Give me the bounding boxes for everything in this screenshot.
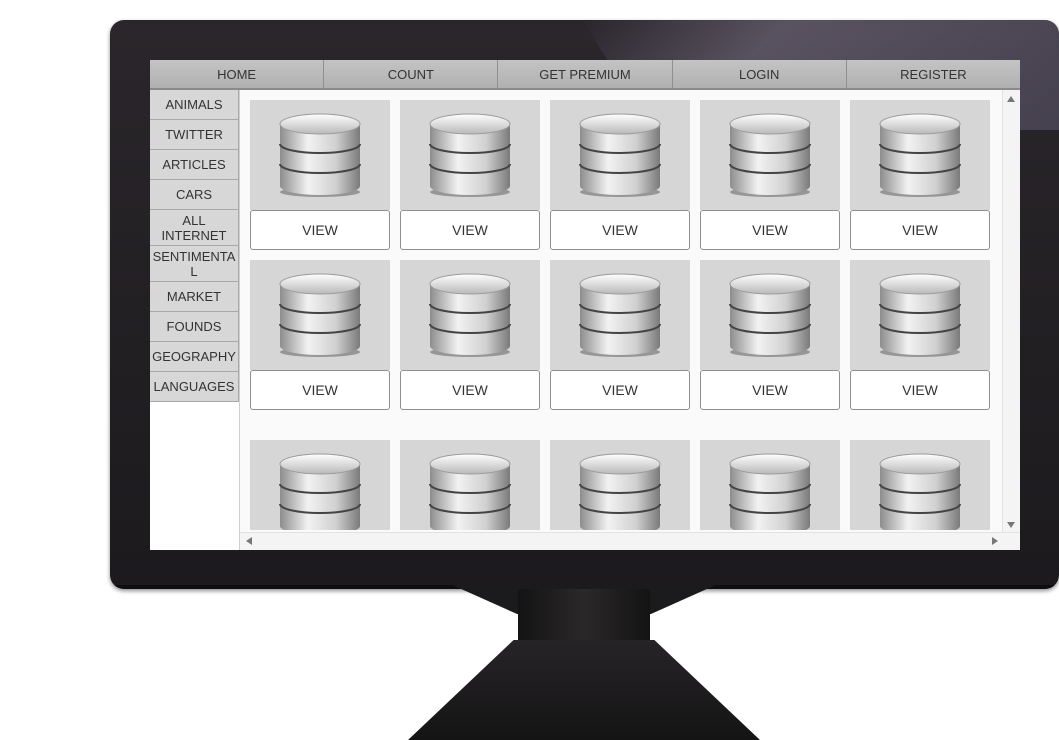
dataset-card: VIEW: [250, 260, 390, 410]
dataset-thumbnail[interactable]: [700, 100, 840, 210]
dataset-thumbnail[interactable]: [400, 260, 540, 370]
database-icon: [879, 273, 961, 357]
content-area: VIEW VIEW VIEW VIEW VIEW VIEW VIEW VIEW …: [240, 90, 1020, 550]
database-icon: [729, 273, 811, 357]
view-button[interactable]: VIEW: [400, 210, 540, 250]
dataset-card: VIEW: [250, 100, 390, 250]
dataset-grid: VIEW VIEW VIEW VIEW VIEW VIEW VIEW VIEW …: [250, 100, 990, 530]
database-icon: [729, 453, 811, 530]
view-button[interactable]: VIEW: [700, 210, 840, 250]
database-icon: [879, 453, 961, 530]
database-icon: [879, 113, 961, 197]
dataset-card: VIEW: [850, 100, 990, 250]
dataset-thumbnail[interactable]: [700, 260, 840, 370]
dataset-card: VIEW: [700, 260, 840, 410]
monitor-base: [408, 640, 760, 740]
dataset-card: VIEW: [550, 260, 690, 410]
database-icon: [579, 273, 661, 357]
scroll-up-arrow-icon[interactable]: [1007, 96, 1015, 102]
database-icon: [729, 113, 811, 197]
dataset-card: [400, 440, 540, 530]
dataset-card: VIEW: [400, 260, 540, 410]
view-button[interactable]: VIEW: [700, 370, 840, 410]
database-icon: [429, 453, 511, 530]
dataset-thumbnail[interactable]: [850, 440, 990, 530]
sidebar-item-all-internet[interactable]: ALL INTERNET: [150, 210, 239, 246]
sidebar-item-cars[interactable]: CARS: [150, 180, 239, 210]
dataset-thumbnail[interactable]: [400, 440, 540, 530]
database-icon: [279, 273, 361, 357]
dataset-thumbnail[interactable]: [700, 440, 840, 530]
dataset-thumbnail[interactable]: [250, 100, 390, 210]
top-navigation: HOME COUNT GET PREMIUM LOGIN REGISTER: [150, 60, 1020, 90]
sidebar-item-twitter[interactable]: TWITTER: [150, 120, 239, 150]
nav-count[interactable]: COUNT: [324, 60, 499, 88]
dataset-card: VIEW: [700, 100, 840, 250]
dataset-card: VIEW: [850, 260, 990, 410]
sidebar-item-animals[interactable]: ANIMALS: [150, 90, 239, 120]
view-button[interactable]: VIEW: [550, 210, 690, 250]
dataset-card: [550, 440, 690, 530]
dataset-thumbnail[interactable]: [250, 440, 390, 530]
dataset-thumbnail[interactable]: [550, 100, 690, 210]
dataset-card: [850, 440, 990, 530]
nav-login[interactable]: LOGIN: [672, 60, 847, 88]
sidebar-item-geography[interactable]: GEOGRAPHY: [150, 342, 239, 372]
dataset-card: VIEW: [400, 100, 540, 250]
dataset-thumbnail[interactable]: [550, 440, 690, 530]
scroll-down-arrow-icon[interactable]: [1007, 522, 1015, 528]
database-icon: [429, 273, 511, 357]
horizontal-scrollbar[interactable]: [240, 532, 1020, 550]
sidebar-item-languages[interactable]: LANGUAGES: [150, 372, 239, 402]
dataset-card: [250, 440, 390, 530]
scroll-left-arrow-icon[interactable]: [246, 537, 252, 545]
category-sidebar: ANIMALS TWITTER ARTICLES CARS ALL INTERN…: [150, 90, 240, 550]
screen: HOME COUNT GET PREMIUM LOGIN REGISTER AN…: [150, 60, 1020, 550]
dataset-thumbnail[interactable]: [850, 100, 990, 210]
sidebar-item-sentimental[interactable]: SENTIMENTAL: [150, 246, 239, 282]
database-icon: [429, 113, 511, 197]
database-icon: [579, 113, 661, 197]
view-button[interactable]: VIEW: [400, 370, 540, 410]
sidebar-item-market[interactable]: MARKET: [150, 282, 239, 312]
view-button[interactable]: VIEW: [550, 370, 690, 410]
dataset-card: VIEW: [550, 100, 690, 250]
vertical-scrollbar[interactable]: [1002, 90, 1020, 532]
sidebar-item-articles[interactable]: ARTICLES: [150, 150, 239, 180]
nav-get-premium[interactable]: GET PREMIUM: [498, 60, 673, 88]
view-button[interactable]: VIEW: [850, 210, 990, 250]
database-icon: [279, 113, 361, 197]
sidebar-item-founds[interactable]: FOUNDS: [150, 312, 239, 342]
view-button[interactable]: VIEW: [850, 370, 990, 410]
dataset-thumbnail[interactable]: [250, 260, 390, 370]
database-icon: [579, 453, 661, 530]
dataset-thumbnail[interactable]: [550, 260, 690, 370]
nav-home[interactable]: HOME: [150, 60, 325, 88]
dataset-card: [700, 440, 840, 530]
view-button[interactable]: VIEW: [250, 370, 390, 410]
database-icon: [279, 453, 361, 530]
scroll-right-arrow-icon[interactable]: [992, 537, 998, 545]
dataset-thumbnail[interactable]: [850, 260, 990, 370]
nav-register[interactable]: REGISTER: [846, 60, 1020, 88]
view-button[interactable]: VIEW: [250, 210, 390, 250]
dataset-thumbnail[interactable]: [400, 100, 540, 210]
